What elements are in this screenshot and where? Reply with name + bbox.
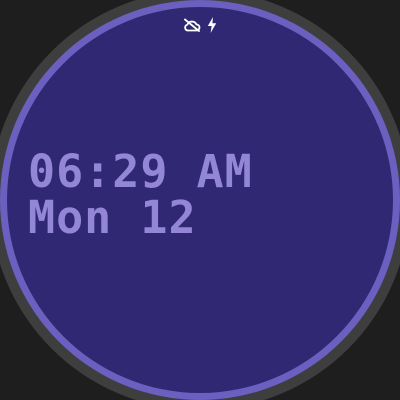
watch-screen: 06:29 AM Mon 12 [0, 0, 400, 400]
date-display: Mon 12 [28, 191, 197, 244]
lightning-bolt-icon [207, 17, 217, 33]
cloud-off-icon [183, 18, 201, 32]
status-bar [0, 14, 400, 36]
